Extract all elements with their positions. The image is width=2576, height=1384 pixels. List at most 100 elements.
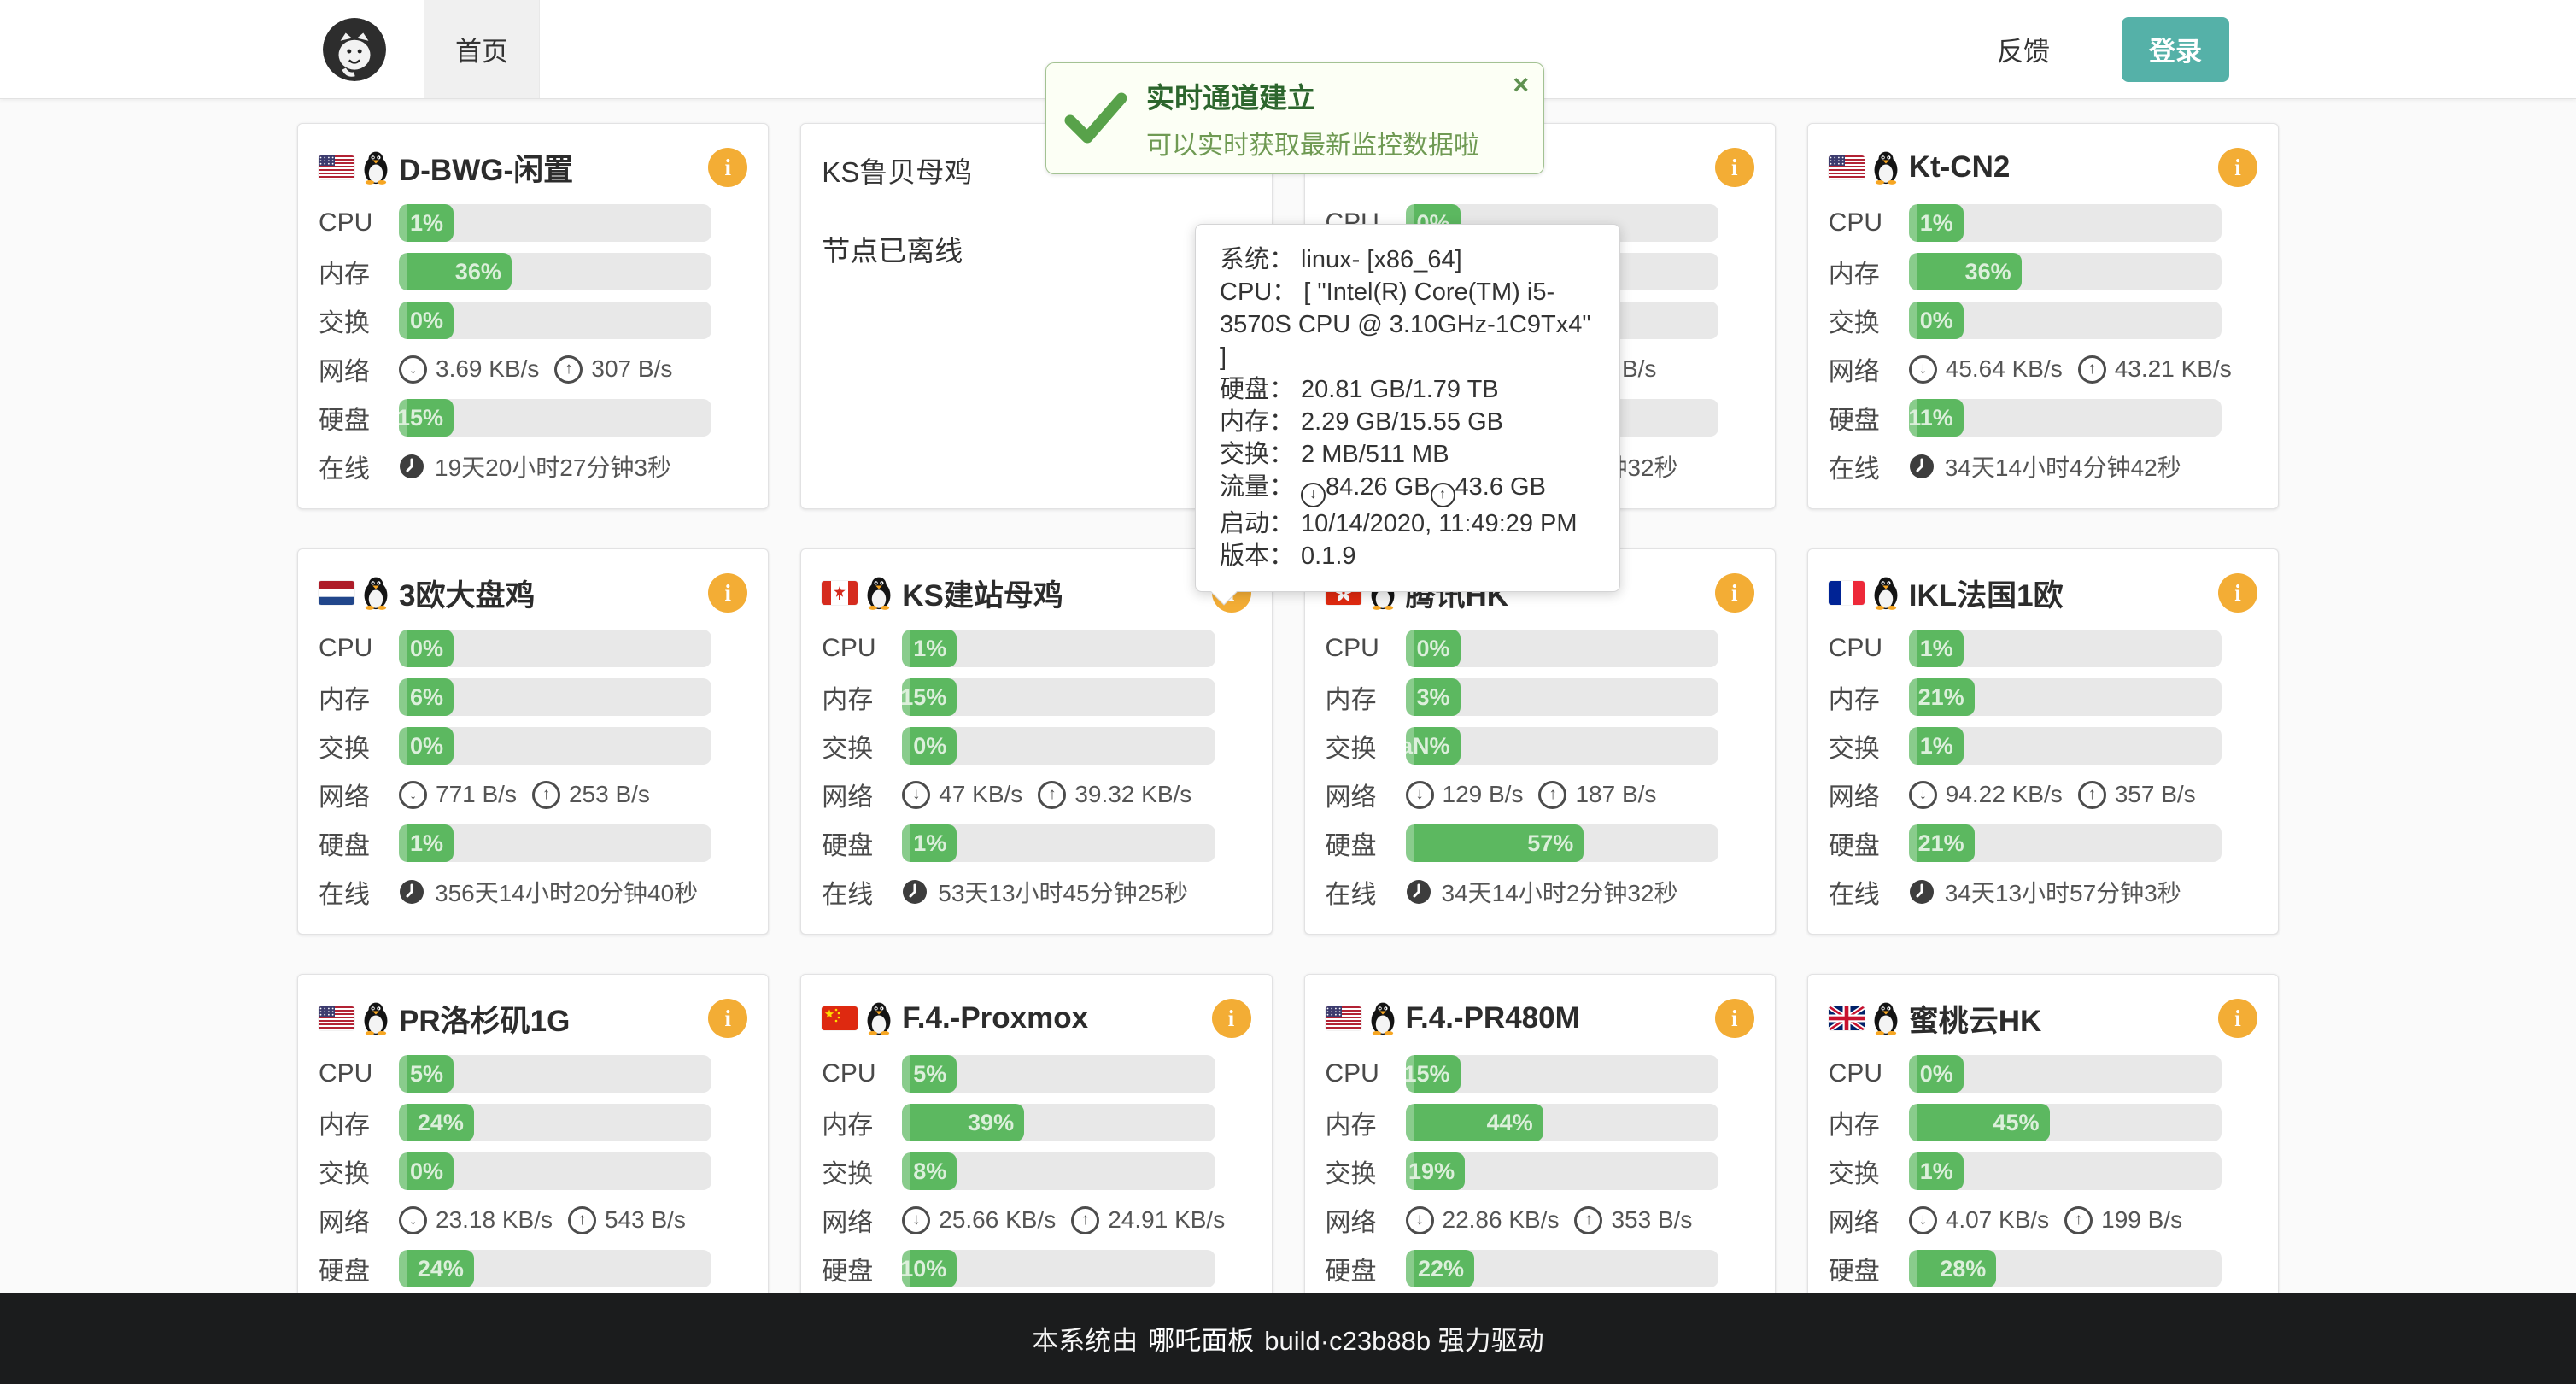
cpu-percent: 1% [1920,210,1964,237]
dashboard-page: 首页 反馈 登录 D-BWG-闲置 i CPU 1% 内存 36% 交换 0% [0,0,2576,1384]
network-row: 网络 ↓ 23.18 KB/s ↑ 543 B/s [319,1201,747,1239]
download-arrow-icon: ↓ [902,1206,930,1234]
upload-speed: 253 B/s [569,781,650,808]
disk-row: 硬盘 10% [822,1250,1250,1287]
swap-label: 交换 [1829,302,1909,339]
swap-bar: 19% [1406,1152,1718,1190]
server-card: 3欧大盘鸡 i CPU 0% 内存 6% 交换 0% 网络 ↓ 771 B/s … [297,548,769,935]
download-speed: 22.86 KB/s [1443,1206,1560,1234]
swap-row: 交换 NaN% [1326,727,1754,765]
swap-bar: 0% [902,727,1215,765]
check-icon [1045,91,1146,146]
cpu-bar: 0% [399,630,711,667]
disk-row: 硬盘 1% [822,824,1250,862]
country-flag-icon [822,1006,858,1030]
network-label: 网络 [319,776,399,813]
info-icon[interactable]: i [1715,573,1754,613]
country-flag-icon [1829,581,1865,605]
upload-arrow-icon: ↑ [2078,781,2106,809]
network-row: 网络 ↓ 25.66 KB/s ↑ 24.91 KB/s [822,1201,1250,1239]
server-name: IKL法国1欧 [1909,572,2064,615]
uptime-row: 在线 356天14小时20分钟40秒 [319,873,747,911]
upload-speed: 43.21 KB/s [2115,355,2232,383]
memory-row: 内存 3% [1326,678,1754,716]
country-flag-icon [822,581,858,605]
memory-row: 内存 21% [1829,678,2257,716]
disk-row: 硬盘 24% [319,1250,747,1287]
download-arrow-icon: ↓ [1909,1206,1937,1234]
swap-percent: 0% [410,1158,454,1185]
network-label: 网络 [822,1201,902,1239]
info-icon[interactable]: i [1715,999,1754,1038]
cpu-row: CPU 5% [319,1055,747,1093]
disk-label: 硬盘 [822,1250,902,1287]
memory-bar: 39% [902,1104,1215,1141]
download-speed: 47 KB/s [939,781,1022,808]
disk-row: 硬盘 15% [319,399,747,437]
memory-bar: 36% [399,253,711,290]
footer-panel-link[interactable]: 哪吒面板 [1148,1319,1254,1358]
cpu-label: CPU [822,1059,902,1088]
clock-icon [1909,879,1935,905]
uptime-label: 在线 [319,448,399,485]
offline-message: 节点已离线 [822,228,1250,269]
uptime-row: 在线 53天13小时45分钟25秒 [822,873,1250,911]
memory-bar: 36% [1909,253,2222,290]
uptime-label: 在线 [1829,873,1909,911]
swap-percent: 0% [410,733,454,759]
info-icon[interactable]: i [708,573,747,613]
swap-row: 交换 0% [822,727,1250,765]
close-icon[interactable]: × [1513,71,1529,98]
brand-logo[interactable] [323,0,386,98]
tooltip-row: 内存：2.29 GB/15.55 GB [1220,406,1595,438]
upload-arrow-icon: ↑ [554,355,583,384]
info-icon[interactable]: i [708,148,747,187]
network-label: 网络 [1829,1201,1909,1239]
disk-label: 硬盘 [1829,824,1909,862]
memory-label: 内存 [1829,1104,1909,1141]
feedback-link[interactable]: 反馈 [1997,30,2050,68]
memory-bar: 24% [399,1104,711,1141]
disk-percent: 11% [1909,405,1964,431]
network-row: 网络 ↓ 771 B/s ↑ 253 B/s [319,776,747,813]
server-name: Kt-CN2 [1909,150,2011,185]
download-arrow-icon: ↓ [1301,483,1326,507]
swap-percent: 0% [1920,308,1964,334]
swap-percent: 1% [1920,733,1964,759]
download-speed: 45.64 KB/s [1946,355,2063,383]
server-name: F.4.-Proxmox [902,1001,1088,1035]
memory-label: 内存 [822,678,902,716]
disk-percent: 24% [418,1256,474,1282]
server-card: D-BWG-闲置 i CPU 1% 内存 36% 交换 0% 网络 ↓ 3.69… [297,123,769,509]
upload-arrow-icon: ↑ [568,1206,596,1234]
uptime-row: 在线 19天20小时27分钟3秒 [319,448,747,485]
info-icon[interactable]: i [1715,148,1754,187]
clock-icon [902,879,928,905]
disk-percent: 1% [410,830,454,857]
linux-os-icon [1368,1001,1397,1035]
tooltip-row: 流量：↓84.26 GB↑43.6 GB [1220,471,1595,507]
footer: 本系统由 哪吒面板 build·c23b88b 强力驱动 [0,1293,2576,1384]
toast-message: 可以实时获取最新监控数据啦 [1146,124,1479,161]
swap-label: 交换 [1829,1152,1909,1190]
info-icon[interactable]: i [1212,999,1251,1038]
info-icon[interactable]: i [2218,999,2257,1038]
login-button[interactable]: 登录 [2122,17,2229,82]
uptime-value: 19天20小时27分钟3秒 [435,449,671,484]
swap-label: 交换 [1829,727,1909,765]
toast-body: 实时通道建立 可以实时获取最新监控数据啦 [1146,75,1479,161]
cpu-bar: 1% [1909,204,2222,242]
cpu-bar: 5% [399,1055,711,1093]
disk-row: 硬盘 11% [1829,399,2257,437]
info-icon[interactable]: i [2218,148,2257,187]
disk-label: 硬盘 [319,399,399,437]
network-row: 网络 ↓ 129 B/s ↑ 187 B/s [1326,776,1754,813]
info-icon[interactable]: i [2218,573,2257,613]
info-icon[interactable]: i [708,999,747,1038]
swap-row: 交换 1% [1829,1152,2257,1190]
disk-percent: 1% [913,830,957,857]
linux-os-icon [1871,150,1900,185]
disk-row: 硬盘 28% [1829,1250,2257,1287]
tab-home[interactable]: 首页 [424,0,540,98]
tooltip-row: 系统：linux- [x86_64] [1220,243,1595,276]
